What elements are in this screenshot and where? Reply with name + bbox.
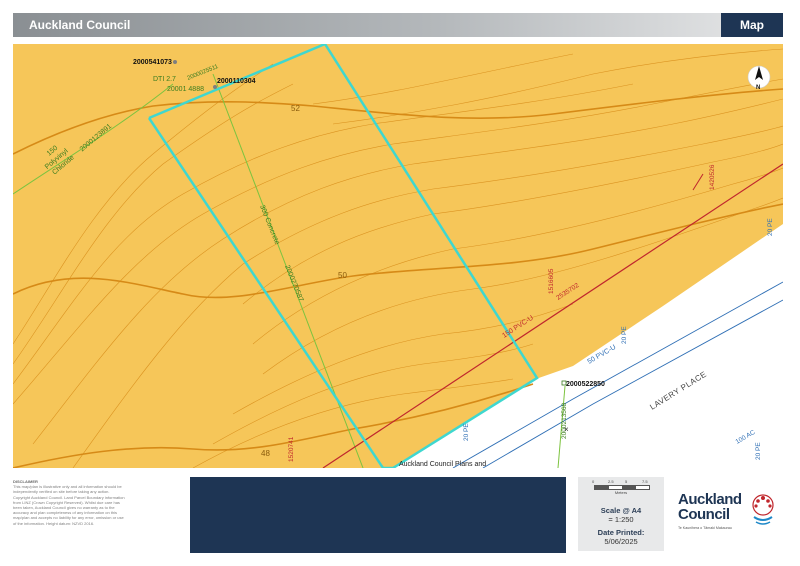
header-title: Auckland Council	[29, 18, 131, 32]
bottom-note: Auckland Council Plans and	[399, 461, 486, 468]
scale-tick: 2.5	[608, 479, 614, 484]
point-marker-1[interactable]	[173, 60, 177, 64]
svg-text:N: N	[756, 85, 760, 91]
scale-tick: 5	[625, 479, 628, 484]
logo-emblem-icon	[752, 494, 774, 525]
contour-label-52: 52	[291, 104, 300, 113]
point-marker-3[interactable]	[561, 380, 567, 386]
green-id-label: 20001 4888	[167, 86, 204, 93]
pe-label-d: 20 PE	[755, 442, 762, 460]
scale-unit: Meters	[614, 490, 628, 495]
red-id-lower: 1520741	[288, 436, 295, 462]
map-tab[interactable]: Map	[721, 13, 783, 37]
scale-tick: 7.5	[642, 479, 648, 484]
auckland-council-logo: Auckland Council Te Kaunihera o Tāmaki M…	[674, 491, 784, 541]
point-id-1: 2000541073	[133, 59, 172, 66]
scale-value: = 1:250	[608, 515, 634, 524]
logo-word-2: Council	[678, 506, 730, 523]
point-id-2: 2000110304	[217, 78, 256, 85]
contour-label-50: 50	[338, 271, 347, 280]
logo-tagline: Te Kaunihera o Tāmaki Makaurau	[678, 526, 732, 530]
map-canvas[interactable]: 52 50 48 2000541073 2000110304 200052285…	[13, 44, 783, 468]
pe-label-a: 20 PE	[767, 218, 774, 236]
point-id-3: 2000522850	[566, 381, 605, 388]
legend-panel	[190, 477, 566, 553]
pvc-id-a: 1516605	[548, 268, 555, 294]
pe-label-c: 20 PE	[463, 423, 470, 441]
pvc-id-c: 1420526	[709, 164, 716, 190]
feature-marker: ×	[564, 425, 569, 434]
disclaimer-line: of the information. Height datum: NZVD 2…	[13, 520, 95, 526]
scale-label: Scale @ A4	[600, 506, 642, 515]
date-value: 5/06/2025	[604, 537, 638, 546]
disclaimer: DISCLAIMER This map/plan is illustrative…	[13, 479, 173, 526]
contour-label-48: 48	[261, 449, 270, 458]
pe-label-b: 20 PE	[621, 326, 628, 344]
header-bar: Auckland Council Map	[13, 13, 783, 37]
point-marker-2[interactable]	[213, 85, 217, 89]
date-label: Date Printed:	[597, 528, 645, 537]
scale-panel: 0 2.5 5 7.5 Meters Scale @ A4 = 1:250 Da…	[578, 477, 664, 551]
scale-tick: 0	[592, 479, 595, 484]
dti-label: DTI 2.7	[153, 76, 176, 83]
